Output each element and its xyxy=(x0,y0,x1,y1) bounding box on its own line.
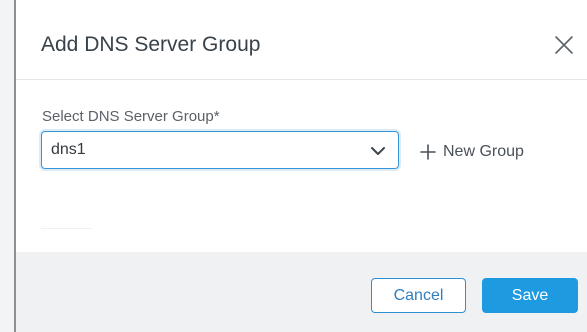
new-group-label: New Group xyxy=(443,143,524,160)
dns-server-group-label: Select DNS Server Group* xyxy=(42,108,220,125)
dialog-footer: Cancel Save xyxy=(16,252,587,332)
dialog-header: Add DNS Server Group xyxy=(16,0,587,80)
dialog-body: Select DNS Server Group* dns1 New Group xyxy=(16,80,587,252)
add-dns-server-group-dialog: Add DNS Server Group Select DNS Server G… xyxy=(14,0,587,332)
dialog-title: Add DNS Server Group xyxy=(41,33,261,56)
new-group-button[interactable]: New Group xyxy=(419,142,524,162)
dns-server-group-select[interactable]: dns1 xyxy=(41,131,399,169)
page: Add DNS Server Group Select DNS Server G… xyxy=(0,0,587,332)
plus-icon xyxy=(420,144,436,160)
selected-value: dns1 xyxy=(51,141,86,158)
chevron-down-icon xyxy=(371,147,385,155)
close-button[interactable] xyxy=(553,34,575,56)
close-icon xyxy=(555,36,573,54)
cancel-button[interactable]: Cancel xyxy=(371,278,466,313)
divider xyxy=(41,228,91,229)
save-button[interactable]: Save xyxy=(482,278,578,313)
